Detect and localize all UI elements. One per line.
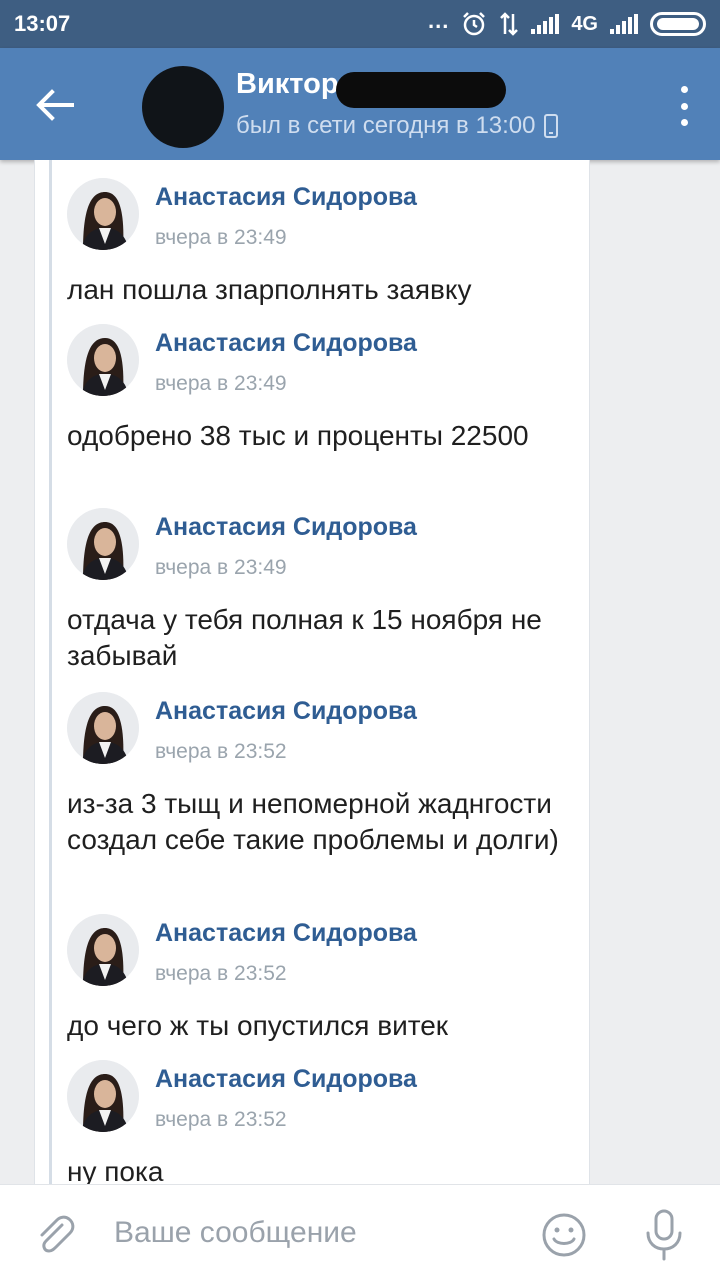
chat-area[interactable]: Анастасия Сидорова вчера в 23:49 лан пош… — [0, 160, 720, 1184]
status-bar: 13:07 ... 4G — [0, 0, 720, 48]
message-time: вчера в 23:52 — [155, 1108, 287, 1131]
message-text: одобрено 38 тыс и проценты 22500 — [67, 420, 529, 451]
message-text: до чего ж ты опустился витек — [67, 1010, 449, 1041]
network-type: 4G — [571, 12, 598, 35]
message-author[interactable]: Анастасия Сидорова — [155, 183, 417, 212]
contact-avatar[interactable] — [142, 66, 224, 148]
message-author[interactable]: Анастасия Сидорова — [155, 1065, 417, 1094]
back-button[interactable] — [28, 78, 82, 132]
more-menu-button[interactable] — [676, 86, 692, 126]
chat-header: Виктор был в сети сегодня в 13:00 — [0, 48, 720, 160]
contact-status: был в сети сегодня в 13:00 — [236, 112, 558, 140]
message-text: отдача у тебя полная к 15 ноября не забы… — [67, 604, 542, 671]
message-author[interactable]: Анастасия Сидорова — [155, 919, 417, 948]
paperclip-icon — [40, 1215, 75, 1253]
author-avatar[interactable] — [67, 692, 139, 764]
author-avatar[interactable] — [67, 1060, 139, 1132]
status-icons: ... 4G — [428, 10, 706, 38]
forwarded-bar — [49, 160, 52, 1184]
author-avatar[interactable] — [67, 508, 139, 580]
arrow-left-icon — [36, 89, 74, 121]
signal-2-icon — [610, 14, 638, 34]
message-text: ну пока — [67, 1156, 164, 1184]
message-author[interactable]: Анастасия Сидорова — [155, 329, 417, 358]
message-time: вчера в 23:49 — [155, 226, 287, 249]
last-seen-text: был в сети сегодня в 13:00 — [236, 112, 536, 139]
name-redaction — [336, 72, 506, 108]
message-time: вчера в 23:52 — [155, 740, 287, 763]
author-avatar[interactable] — [67, 324, 139, 396]
microphone-button[interactable] — [640, 1207, 688, 1263]
contact-name: Виктор — [236, 68, 339, 100]
microphone-icon — [646, 1209, 682, 1261]
contact-name-wrap[interactable]: Виктор — [236, 68, 506, 108]
message-text: из-за 3 тыщ и непомерной жаднгости созда… — [67, 788, 559, 855]
message-time: вчера в 23:49 — [155, 372, 287, 395]
menu-dot — [680, 119, 688, 126]
message-input-bar — [0, 1184, 720, 1280]
message-text: лан пошла зпарполнять заявку — [67, 274, 472, 305]
author-avatar[interactable] — [67, 914, 139, 986]
alarm-icon — [463, 12, 486, 36]
signal-icon — [531, 14, 560, 34]
forwarded-messages-card: Анастасия Сидорова вчера в 23:49 лан пош… — [34, 160, 590, 1184]
message-input[interactable] — [100, 1205, 520, 1261]
attach-button[interactable] — [32, 1211, 80, 1259]
battery-icon — [650, 12, 706, 36]
menu-dot — [680, 102, 688, 110]
message-author[interactable]: Анастасия Сидорова — [155, 697, 417, 726]
status-time: 13:07 — [14, 11, 71, 36]
message-time: вчера в 23:49 — [155, 556, 287, 579]
data-transfer-icon — [500, 12, 519, 36]
smile-icon — [542, 1213, 586, 1257]
menu-dot — [680, 86, 688, 93]
mobile-phone-icon — [543, 114, 558, 138]
emoji-button[interactable] — [540, 1211, 588, 1259]
author-avatar[interactable] — [67, 178, 139, 250]
message-time: вчера в 23:52 — [155, 962, 287, 985]
message-author[interactable]: Анастасия Сидорова — [155, 513, 417, 542]
notification-dots: ... — [427, 8, 450, 33]
